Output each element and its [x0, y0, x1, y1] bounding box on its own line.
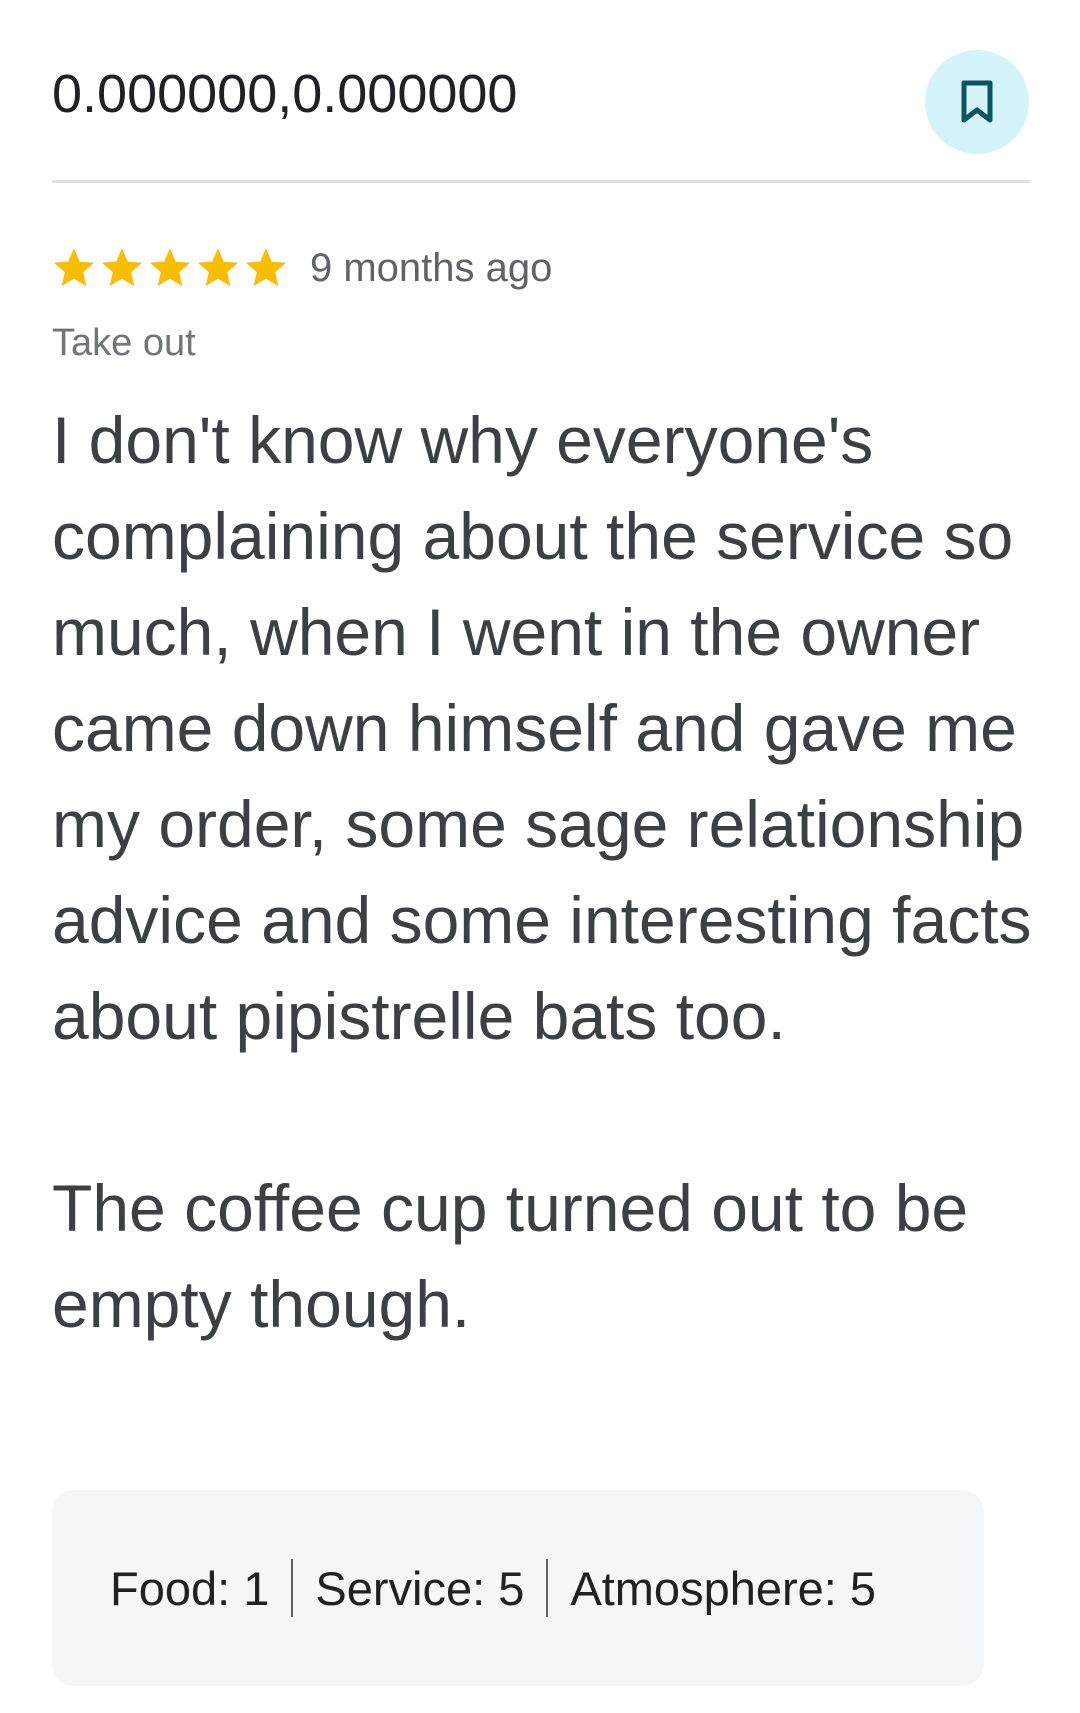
star-icon — [246, 248, 286, 287]
food-rating: Food: 1 — [110, 1561, 269, 1616]
food-rating-label: Food: — [110, 1561, 244, 1615]
sub-ratings-box: Food: 1 Service: 5 Atmosphere: 5 — [52, 1490, 984, 1686]
atmosphere-rating-value: 5 — [849, 1561, 877, 1615]
review-paragraph: The coffee cup turned out to be empty th… — [52, 1171, 969, 1341]
save-button[interactable] — [925, 50, 1029, 154]
bookmark-icon — [961, 80, 993, 123]
service-type-label: Take out — [52, 322, 196, 364]
rating-separator — [546, 1559, 549, 1617]
star-icon — [102, 248, 142, 287]
service-rating: Service: 5 — [315, 1561, 524, 1616]
atmosphere-rating: Atmosphere: 5 — [570, 1561, 876, 1616]
service-rating-label: Service: — [315, 1561, 499, 1615]
rating-separator — [291, 1559, 294, 1617]
divider — [52, 180, 1030, 183]
review-time-ago: 9 months ago — [310, 245, 553, 290]
location-header: 0.000000,0.000000 — [52, 50, 1032, 170]
location-coordinates: 0.000000,0.000000 — [52, 64, 518, 124]
review-paragraph: I don't know why everyone's complaining … — [52, 403, 1032, 1053]
star-icon — [198, 248, 238, 287]
food-rating-value: 1 — [243, 1561, 270, 1615]
review-meta: 9 months ago — [50, 240, 552, 296]
star-rating — [50, 244, 290, 292]
review-text: I don't know why everyone's complaining … — [52, 392, 1032, 1352]
atmosphere-rating-label: Atmosphere: — [570, 1561, 850, 1615]
star-icon — [150, 248, 190, 287]
star-icon — [54, 248, 94, 287]
service-rating-value: 5 — [498, 1561, 525, 1615]
